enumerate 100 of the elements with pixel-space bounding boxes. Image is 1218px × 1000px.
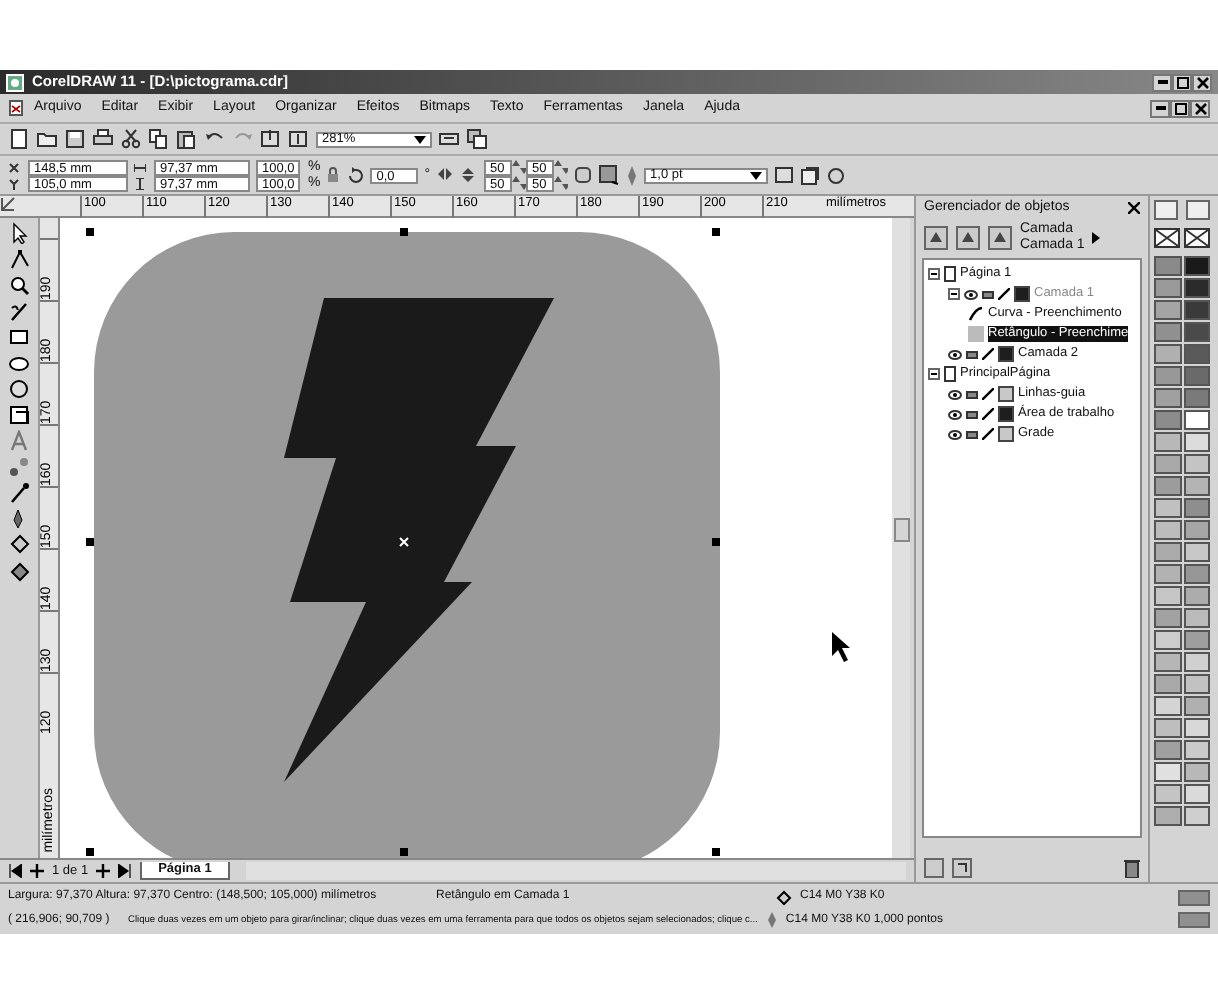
- color-swatch[interactable]: [1154, 366, 1181, 386]
- cut-icon[interactable]: [120, 128, 142, 150]
- lightning-bolt-drawing[interactable]: [284, 298, 554, 782]
- palette-flyout-icon[interactable]: [1154, 200, 1178, 220]
- eye-icon[interactable]: [948, 409, 962, 419]
- color-swatch[interactable]: [1183, 278, 1210, 298]
- color-swatch[interactable]: [1183, 564, 1210, 584]
- color-swatch[interactable]: [1154, 322, 1181, 342]
- color-swatch[interactable]: [1183, 366, 1210, 386]
- new-master-layer-icon[interactable]: [952, 858, 972, 878]
- last-page-icon[interactable]: [118, 864, 133, 878]
- trash-icon[interactable]: [1124, 858, 1140, 878]
- rectangle-icon[interactable]: [8, 326, 30, 348]
- round-corners-icon[interactable]: [574, 166, 593, 184]
- open-folder-icon[interactable]: [36, 128, 58, 150]
- first-page-icon[interactable]: [8, 864, 22, 878]
- wrap-paragraph-icon[interactable]: [598, 164, 621, 186]
- color-swatch[interactable]: [1154, 586, 1181, 606]
- ruler-origin-icon[interactable]: [0, 196, 16, 212]
- color-swatch[interactable]: [1183, 476, 1210, 496]
- collapse-icon[interactable]: [928, 368, 940, 380]
- color-swatch[interactable]: [1154, 432, 1181, 452]
- show-properties-icon[interactable]: [924, 226, 948, 250]
- shape-tool-icon[interactable]: [8, 248, 30, 270]
- palette-flyout-icon[interactable]: [1186, 200, 1210, 220]
- restore-button[interactable]: [1170, 99, 1190, 117]
- color-swatch[interactable]: [1154, 278, 1181, 298]
- color-swatch[interactable]: [1154, 608, 1181, 628]
- freehand-icon[interactable]: [8, 300, 30, 322]
- close-button[interactable]: [1190, 99, 1210, 117]
- print-icon[interactable]: [92, 128, 114, 150]
- color-swatch[interactable]: [1154, 806, 1181, 826]
- color-swatch[interactable]: [1183, 806, 1210, 826]
- add-page-icon[interactable]: [96, 864, 111, 878]
- color-swatch[interactable]: [1154, 256, 1181, 276]
- color-swatch[interactable]: [1154, 476, 1181, 496]
- no-color-swatch-icon[interactable]: [1154, 228, 1180, 248]
- interactive-fill-icon[interactable]: [8, 560, 30, 582]
- color-swatch[interactable]: [1154, 300, 1181, 320]
- color-swatch[interactable]: [1183, 410, 1210, 430]
- color-swatch[interactable]: [1183, 388, 1210, 408]
- eyedropper-icon[interactable]: [8, 482, 30, 504]
- color-swatch[interactable]: [1183, 696, 1210, 716]
- color-swatch[interactable]: [1154, 498, 1181, 518]
- color-swatch[interactable]: [1154, 762, 1181, 782]
- flyout-arrow-icon[interactable]: [1092, 232, 1101, 244]
- zoom-icon[interactable]: [8, 274, 30, 296]
- pencil-icon[interactable]: [998, 288, 1010, 300]
- color-swatch[interactable]: [1154, 652, 1181, 672]
- color-swatch[interactable]: [1154, 674, 1181, 694]
- to-front-icon[interactable]: [774, 165, 795, 185]
- color-swatch[interactable]: [1183, 630, 1210, 650]
- spin-arrows-icon[interactable]: [554, 176, 569, 190]
- color-swatch[interactable]: [1183, 542, 1210, 562]
- layer-manager-icon[interactable]: [988, 226, 1012, 250]
- spin-arrows-icon[interactable]: [512, 176, 527, 190]
- color-swatch[interactable]: [1183, 674, 1210, 694]
- color-swatch[interactable]: [1183, 586, 1210, 606]
- printer-icon[interactable]: [966, 348, 978, 360]
- application-icon[interactable]: [466, 128, 488, 150]
- add-page-icon[interactable]: [30, 864, 44, 878]
- color-swatch[interactable]: [1154, 718, 1181, 738]
- color-swatch[interactable]: [1154, 784, 1181, 804]
- color-swatch[interactable]: [1183, 762, 1210, 782]
- paste-icon[interactable]: [176, 128, 198, 150]
- color-swatch[interactable]: [1183, 322, 1210, 342]
- color-swatch[interactable]: [1154, 696, 1181, 716]
- color-swatch[interactable]: [1154, 740, 1181, 760]
- horizontal-scrollbar[interactable]: [245, 862, 906, 880]
- color-swatch[interactable]: [1154, 542, 1181, 562]
- collapse-icon[interactable]: [928, 268, 940, 280]
- lock-icon[interactable]: [326, 166, 341, 184]
- mirror-horizontal-icon[interactable]: [436, 166, 455, 184]
- eye-icon[interactable]: [948, 429, 962, 439]
- color-swatch[interactable]: [1154, 520, 1181, 540]
- ellipse-icon[interactable]: [8, 352, 30, 374]
- edit-across-layers-icon[interactable]: [956, 226, 980, 250]
- color-swatch[interactable]: [1183, 300, 1210, 320]
- color-swatch[interactable]: [1154, 344, 1181, 364]
- minimize-button[interactable]: [1152, 73, 1172, 91]
- save-icon[interactable]: [64, 128, 86, 150]
- color-swatch[interactable]: [1183, 432, 1210, 452]
- export-icon[interactable]: [288, 128, 310, 150]
- color-swatch[interactable]: [1183, 652, 1210, 672]
- color-swatch[interactable]: [1154, 630, 1181, 650]
- color-swatch[interactable]: [1154, 410, 1181, 430]
- color-swatch[interactable]: [1183, 608, 1210, 628]
- minimize-button[interactable]: [1150, 99, 1170, 117]
- copy-icon[interactable]: [148, 128, 170, 150]
- pointer-icon[interactable]: [8, 222, 30, 244]
- new-document-icon[interactable]: [8, 128, 30, 150]
- eye-icon[interactable]: [948, 349, 962, 359]
- close-button[interactable]: [1192, 73, 1212, 91]
- color-swatch[interactable]: [1154, 454, 1181, 474]
- maximize-button[interactable]: [1172, 73, 1192, 91]
- collapse-icon[interactable]: [948, 288, 960, 300]
- spin-arrows-icon[interactable]: [512, 160, 527, 174]
- eye-icon[interactable]: [964, 289, 978, 299]
- color-swatch[interactable]: [1183, 520, 1210, 540]
- launcher-icon[interactable]: [438, 128, 460, 150]
